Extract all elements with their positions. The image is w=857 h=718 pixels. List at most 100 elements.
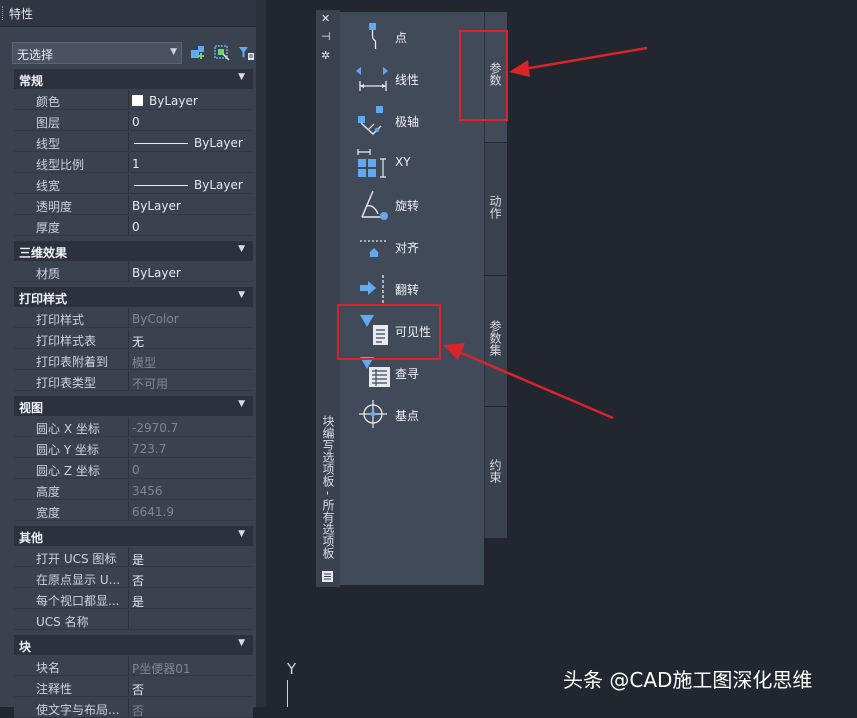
section-3d-effects[interactable]: 三维效果 ▼ bbox=[14, 241, 253, 261]
prop-label: 打印样式 bbox=[14, 308, 129, 328]
tool-label: 基点 bbox=[395, 409, 420, 423]
palette-title-strip[interactable]: ✕ ⊣ ✲ 块编写选项板 - 所有选项板 bbox=[316, 10, 340, 587]
prop-value[interactable]: ByLayer bbox=[130, 90, 253, 110]
selection-dropdown[interactable]: 无选择 ▼ bbox=[12, 42, 182, 64]
prop-row-ucs-per-viewport[interactable]: 每个视口都显... 是 bbox=[14, 589, 253, 609]
prop-row-ucs-at-origin[interactable]: 在原点显示 U... 否 bbox=[14, 568, 253, 588]
prop-label: 打印表附着到 bbox=[14, 350, 129, 370]
prop-row-plot-style[interactable]: 打印样式 ByColor bbox=[14, 308, 253, 328]
section-misc[interactable]: 其他 ▼ bbox=[14, 526, 253, 546]
prop-value[interactable]: 1 bbox=[130, 153, 253, 173]
linear-param-icon bbox=[356, 61, 390, 95]
ucs-y-axis-line bbox=[287, 680, 288, 707]
prop-label: 高度 bbox=[14, 480, 129, 500]
tool-alignment[interactable]: 对齐 bbox=[340, 227, 484, 265]
prop-value[interactable]: ByLayer bbox=[130, 132, 253, 152]
prop-row-layer[interactable]: 图层 0 bbox=[14, 111, 253, 131]
prop-value[interactable]: 否 bbox=[130, 568, 253, 588]
prop-row-height[interactable]: 高度 3456 bbox=[14, 480, 253, 500]
point-param-icon bbox=[356, 19, 390, 53]
prop-row-width[interactable]: 宽度 6641.9 bbox=[14, 501, 253, 521]
prop-row-center-z[interactable]: 圆心 Z 坐标 0 bbox=[14, 459, 253, 479]
collapse-icon[interactable]: ▼ bbox=[238, 399, 245, 409]
prop-label: 使文字与布局... bbox=[14, 698, 129, 718]
collapse-icon[interactable]: ▼ bbox=[238, 72, 245, 82]
prop-label: 圆心 Z 坐标 bbox=[14, 459, 129, 479]
quick-select-icon[interactable] bbox=[237, 44, 255, 62]
toggle-pickadd-icon[interactable] bbox=[189, 44, 207, 62]
prop-label: 块名 bbox=[14, 656, 129, 676]
properties-title: 特性 bbox=[9, 7, 34, 21]
select-objects-icon[interactable] bbox=[213, 44, 231, 62]
section-misc-header: 其他 bbox=[19, 531, 44, 545]
prop-value-text: ByLayer bbox=[149, 94, 198, 108]
prop-row-thickness[interactable]: 厚度 0 bbox=[14, 216, 253, 236]
tool-label: 极轴 bbox=[395, 115, 420, 129]
tool-flip[interactable]: 翻转 bbox=[340, 269, 484, 307]
prop-value[interactable]: ByLayer bbox=[130, 174, 253, 194]
prop-value: 不可用 bbox=[130, 371, 253, 391]
tool-label: 翻转 bbox=[395, 283, 420, 297]
watermark-text: 头条 @CAD施工图深化思维 bbox=[563, 668, 813, 692]
rotation-param-icon bbox=[356, 187, 390, 221]
prop-value[interactable]: 是 bbox=[130, 589, 253, 609]
tab-parameter-sets[interactable]: 参数集 bbox=[484, 276, 507, 406]
prop-row-plot-table-attached[interactable]: 打印表附着到 模型 bbox=[14, 350, 253, 370]
prop-value: -2970.7 bbox=[130, 417, 253, 437]
prop-row-color[interactable]: 颜色 ByLayer bbox=[14, 90, 253, 110]
collapse-icon[interactable]: ▼ bbox=[238, 529, 245, 539]
settings-icon[interactable]: ✲ bbox=[321, 49, 330, 62]
prop-row-center-x[interactable]: 圆心 X 坐标 -2970.7 bbox=[14, 417, 253, 437]
drag-grip-icon[interactable] bbox=[2, 6, 6, 20]
section-plot-style[interactable]: 打印样式 ▼ bbox=[14, 287, 253, 307]
collapse-icon[interactable]: ▼ bbox=[238, 244, 245, 254]
palette-menu-icon[interactable] bbox=[321, 570, 334, 583]
prop-label: 注释性 bbox=[14, 677, 129, 697]
prop-row-center-y[interactable]: 圆心 Y 坐标 723.7 bbox=[14, 438, 253, 458]
collapse-icon[interactable]: ▼ bbox=[238, 290, 245, 300]
tab-actions[interactable]: 动作 bbox=[484, 143, 507, 275]
prop-row-linetype[interactable]: 线型 ByLayer bbox=[14, 132, 253, 152]
prop-label: 线宽 bbox=[14, 174, 129, 194]
prop-label: 线型 bbox=[14, 132, 129, 152]
tab-constraints[interactable]: 约束 bbox=[484, 407, 507, 538]
prop-value[interactable]: 0 bbox=[130, 216, 253, 236]
palette-title: 块编写选项板 - 所有选项板 bbox=[321, 415, 335, 559]
basepoint-param-icon bbox=[356, 397, 390, 431]
section-block[interactable]: 块 ▼ bbox=[14, 635, 253, 655]
prop-row-ucs-icon-on[interactable]: 打开 UCS 图标 是 bbox=[14, 547, 253, 567]
prop-row-match-orientation[interactable]: 使文字与布局... 否 bbox=[14, 698, 253, 718]
prop-label: 厚度 bbox=[14, 216, 129, 236]
prop-label: 打印表类型 bbox=[14, 371, 129, 391]
prop-value[interactable]: 0 bbox=[130, 111, 253, 131]
pin-icon[interactable]: ⊣ bbox=[321, 30, 331, 43]
collapse-icon[interactable]: ▼ bbox=[238, 638, 245, 648]
prop-value: 723.7 bbox=[130, 438, 253, 458]
prop-row-ucs-name[interactable]: UCS 名称 bbox=[14, 610, 253, 630]
prop-row-transparency[interactable]: 透明度 ByLayer bbox=[14, 195, 253, 215]
prop-value[interactable]: 无 bbox=[130, 329, 253, 349]
prop-value[interactable]: ByLayer bbox=[130, 262, 253, 282]
prop-value[interactable] bbox=[130, 610, 253, 630]
tool-basepoint[interactable]: 基点 bbox=[340, 395, 484, 433]
prop-row-material[interactable]: 材质 ByLayer bbox=[14, 262, 253, 282]
section-view[interactable]: 视图 ▼ bbox=[14, 396, 253, 416]
close-icon[interactable]: ✕ bbox=[321, 12, 330, 25]
prop-row-block-name[interactable]: 块名 P坐便器01 bbox=[14, 656, 253, 676]
prop-value[interactable]: 是 bbox=[130, 547, 253, 567]
prop-value[interactable]: ByLayer bbox=[130, 195, 253, 215]
tool-xy[interactable]: XY bbox=[340, 143, 484, 181]
prop-row-plot-table-type[interactable]: 打印表类型 不可用 bbox=[14, 371, 253, 391]
prop-row-plot-style-table[interactable]: 打印样式表 无 bbox=[14, 329, 253, 349]
prop-row-linetype-scale[interactable]: 线型比例 1 bbox=[14, 153, 253, 173]
highlight-box-visibility-tool bbox=[337, 304, 441, 360]
tool-rotation[interactable]: 旋转 bbox=[340, 185, 484, 223]
prop-row-lineweight[interactable]: 线宽 ByLayer bbox=[14, 174, 253, 194]
properties-side-strip[interactable] bbox=[256, 0, 266, 707]
section-general[interactable]: 常规 ▼ bbox=[14, 69, 253, 89]
properties-title-bar[interactable]: 特性 bbox=[0, 0, 266, 27]
prop-value[interactable]: 否 bbox=[130, 677, 253, 697]
prop-value: ByColor bbox=[130, 308, 253, 328]
prop-row-annotative[interactable]: 注释性 否 bbox=[14, 677, 253, 697]
prop-label: 颜色 bbox=[14, 90, 129, 110]
